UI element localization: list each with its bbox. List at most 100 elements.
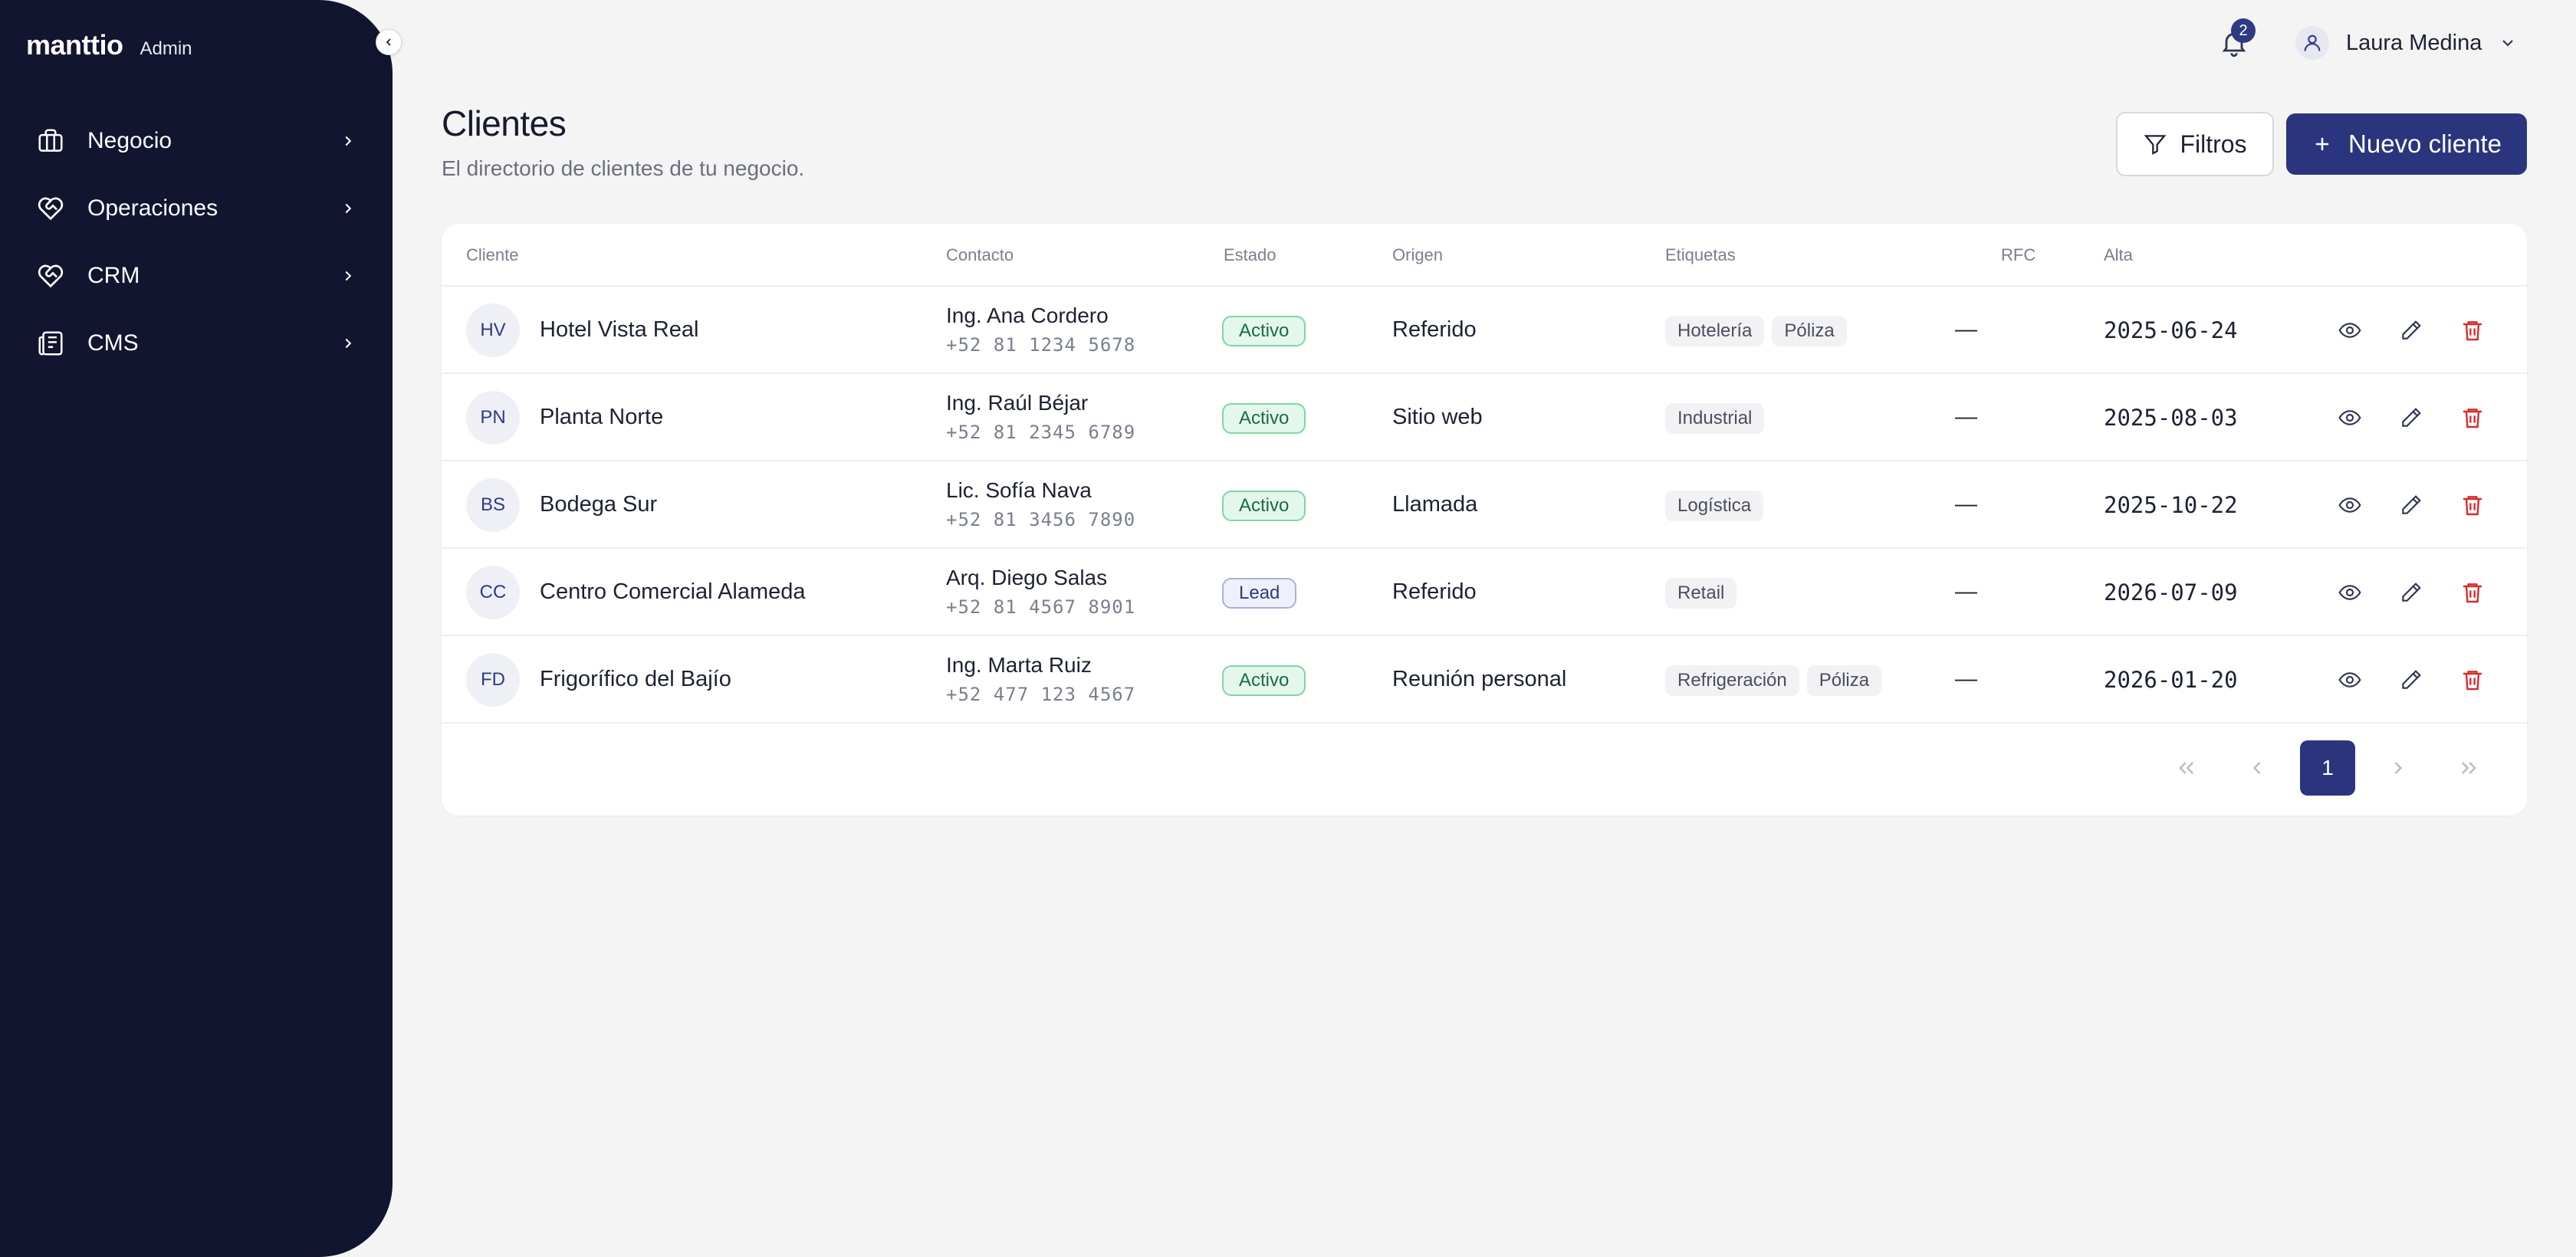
sidebar-nav: Negocio Operaciones CRM CMS — [34, 107, 359, 377]
eye-icon — [2338, 585, 2361, 600]
column-header-estado[interactable]: Estado — [1224, 245, 1276, 265]
created-date: 2026-01-20 — [2104, 667, 2238, 693]
client-name[interactable]: Bodega Sur — [540, 492, 657, 517]
table-header: Cliente Contacto Estado Origen Etiquetas… — [442, 224, 2527, 287]
chevron-left-icon — [386, 38, 391, 46]
user-menu[interactable]: Laura Medina — [2295, 23, 2517, 63]
brand-logo: manttio — [26, 29, 123, 61]
view-button[interactable] — [2332, 400, 2367, 435]
user-icon — [2304, 34, 2321, 51]
sidebar-item-label: Operaciones — [87, 195, 219, 221]
client-initials: CC — [466, 566, 520, 619]
origin: Referido — [1392, 579, 1477, 604]
new-client-button[interactable]: Nuevo cliente — [2286, 113, 2527, 175]
table-row[interactable]: HV Hotel Vista Real Ing. Ana Cordero +52… — [442, 287, 2527, 374]
created-date: 2025-10-22 — [2104, 492, 2238, 518]
column-header-cliente[interactable]: Cliente — [466, 245, 518, 265]
contact-phone: +52 477 123 4567 — [946, 684, 1136, 705]
column-header-alta[interactable]: Alta — [2104, 245, 2133, 265]
contact-phone: +52 81 4567 8901 — [946, 596, 1136, 618]
tag: Industrial — [1665, 403, 1765, 434]
view-button[interactable] — [2332, 487, 2367, 523]
client-initials: BS — [466, 478, 520, 532]
created-date: 2025-08-03 — [2104, 405, 2238, 431]
client-name[interactable]: Centro Comercial Alameda — [540, 579, 806, 605]
new-client-label: Nuevo cliente — [2348, 130, 2502, 158]
status-badge: Activo — [1222, 403, 1306, 434]
client-name[interactable]: Frigorífico del Bajío — [540, 667, 731, 692]
sidebar-collapse-button[interactable] — [376, 29, 402, 55]
tag: Logística — [1665, 491, 1764, 521]
clients-table: Cliente Contacto Estado Origen Etiquetas… — [442, 224, 2527, 816]
column-header-etiquetas[interactable]: Etiquetas — [1665, 245, 1736, 265]
page-number-button[interactable]: 1 — [2300, 740, 2355, 796]
chevron-down-icon — [2502, 40, 2514, 47]
sidebar: manttio Admin Negocio Operaciones CRM CM… — [0, 0, 393, 1257]
contact-name: Ing. Marta Ruiz — [946, 653, 1092, 677]
plus-icon — [2315, 137, 2329, 151]
sidebar-item-label: Negocio — [87, 128, 172, 153]
sidebar-item-negocio[interactable]: Negocio — [34, 107, 359, 175]
page-title: Clientes — [442, 103, 567, 143]
created-date: 2025-06-24 — [2104, 317, 2238, 343]
tag: Hotelería — [1665, 316, 1765, 346]
heart-handshake-icon — [34, 259, 67, 293]
filters-label: Filtros — [2180, 130, 2247, 158]
table-row[interactable]: PN Planta Norte Ing. Raúl Béjar +52 81 2… — [442, 374, 2527, 461]
chevron-right-icon — [2394, 762, 2403, 774]
chevron-right-icon — [337, 265, 359, 287]
tag: Póliza — [1806, 665, 1882, 696]
contact-name: Ing. Raúl Béjar — [946, 391, 1089, 415]
heart-handshake-icon — [34, 192, 67, 225]
pencil-icon — [2402, 670, 2421, 689]
delete-button[interactable] — [2455, 313, 2490, 348]
table-row[interactable]: FD Frigorífico del Bajío Ing. Marta Ruiz… — [442, 636, 2527, 724]
view-button[interactable] — [2332, 662, 2367, 697]
edit-button[interactable] — [2394, 575, 2429, 610]
client-name[interactable]: Hotel Vista Real — [540, 317, 698, 343]
last-page-button[interactable] — [2441, 740, 2496, 796]
delete-button[interactable] — [2455, 400, 2490, 435]
next-page-button[interactable] — [2371, 740, 2426, 796]
user-name: Laura Medina — [2346, 30, 2482, 55]
trash-icon — [2463, 409, 2482, 428]
view-button[interactable] — [2332, 313, 2367, 348]
sidebar-item-cms[interactable]: CMS — [34, 310, 359, 377]
brand[interactable]: manttio Admin — [26, 29, 192, 61]
table-row[interactable]: CC Centro Comercial Alameda Arq. Diego S… — [442, 549, 2527, 636]
column-header-rfc[interactable]: RFC — [2001, 245, 2036, 265]
view-button[interactable] — [2332, 575, 2367, 610]
chevron-left-icon — [2252, 762, 2261, 774]
client-initials: HV — [466, 304, 520, 357]
edit-button[interactable] — [2394, 313, 2429, 348]
pencil-icon — [2402, 320, 2421, 340]
notifications-button[interactable]: 2 — [2211, 18, 2257, 63]
trash-icon — [2463, 583, 2482, 603]
rfc: — — [1955, 317, 1977, 342]
column-header-contacto[interactable]: Contacto — [946, 245, 1014, 265]
delete-button[interactable] — [2455, 662, 2490, 697]
table-row[interactable]: BS Bodega Sur Lic. Sofía Nava +52 81 345… — [442, 461, 2527, 549]
tags: Hotelería Póliza — [1665, 316, 1847, 346]
chevrons-right-icon — [2462, 762, 2476, 774]
edit-button[interactable] — [2394, 400, 2429, 435]
client-name[interactable]: Planta Norte — [540, 405, 663, 430]
briefcase-icon — [34, 124, 67, 158]
newspaper-icon — [34, 327, 67, 360]
delete-button[interactable] — [2455, 487, 2490, 523]
delete-button[interactable] — [2455, 575, 2490, 610]
chevron-right-icon — [337, 333, 359, 354]
contact-phone: +52 81 3456 7890 — [946, 509, 1136, 530]
column-header-origen[interactable]: Origen — [1392, 245, 1443, 265]
first-page-button[interactable] — [2159, 740, 2214, 796]
chevron-right-icon — [337, 130, 359, 152]
sidebar-item-operaciones[interactable]: Operaciones — [34, 175, 359, 242]
pencil-icon — [2402, 583, 2421, 602]
edit-button[interactable] — [2394, 662, 2429, 697]
edit-button[interactable] — [2394, 487, 2429, 523]
sidebar-item-label: CMS — [87, 330, 139, 356]
previous-page-button[interactable] — [2229, 740, 2285, 796]
filters-button[interactable]: Filtros — [2116, 112, 2274, 176]
rfc: — — [1955, 492, 1977, 517]
sidebar-item-crm[interactable]: CRM — [34, 242, 359, 310]
